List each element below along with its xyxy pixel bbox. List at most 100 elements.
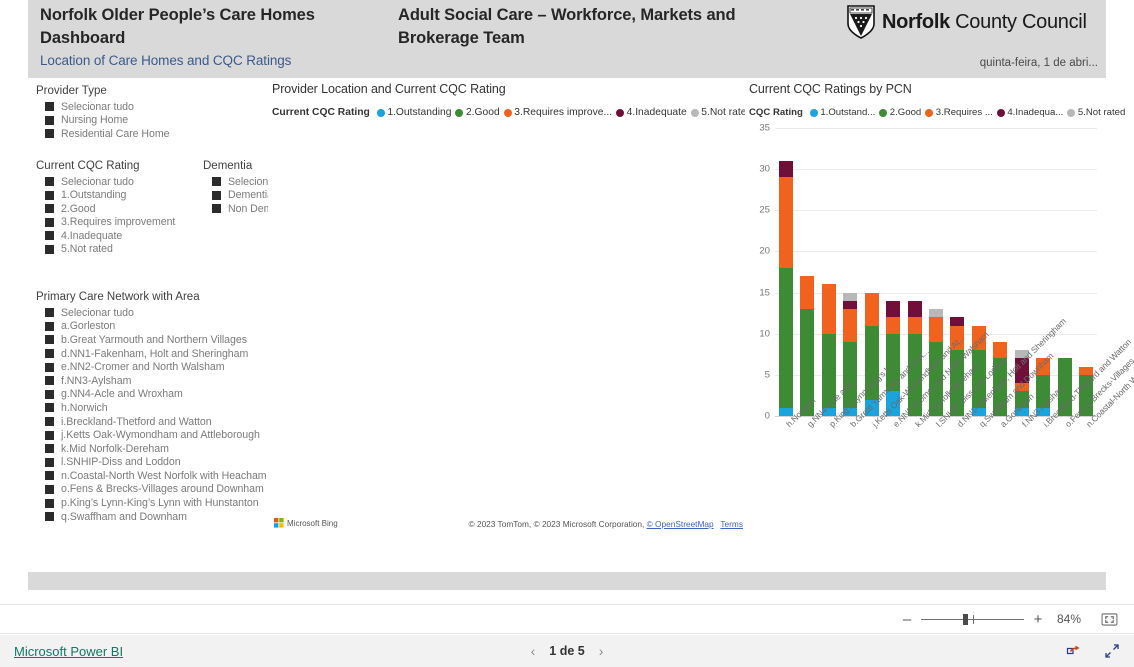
- slicer-item-cqc-not-rated[interactable]: 5.Not rated: [36, 242, 175, 255]
- zoom-slider-thumb[interactable]: [963, 614, 968, 625]
- bar-legend-item-2[interactable]: 3.Requires ...: [925, 107, 993, 118]
- terms-link[interactable]: Terms: [720, 519, 743, 529]
- slicer-item-provider-select-all[interactable]: Selecionar tudo: [36, 100, 169, 113]
- bar-column[interactable]: [839, 128, 860, 416]
- slicer-item-cqc-requires-improvement[interactable]: 3.Requires improvement: [36, 215, 175, 228]
- checkbox-icon[interactable]: [45, 190, 54, 200]
- openstreetmap-link[interactable]: © OpenStreetMap: [647, 519, 714, 529]
- bar-segment[interactable]: [800, 276, 815, 310]
- checkbox-icon[interactable]: [45, 129, 54, 139]
- checkbox-icon[interactable]: [45, 217, 54, 227]
- share-button[interactable]: [1066, 643, 1082, 659]
- bar-column[interactable]: [775, 128, 796, 416]
- next-page-button[interactable]: ›: [599, 644, 604, 658]
- checkbox-icon[interactable]: [45, 308, 54, 318]
- slicer-item-provider-nursing-home[interactable]: Nursing Home: [36, 113, 169, 126]
- slicer-item-pcn-11[interactable]: l.SNHIP-Diss and Loddon: [36, 456, 267, 470]
- checkbox-icon[interactable]: [45, 102, 54, 112]
- slicer-item-pcn-7[interactable]: h.Norwich: [36, 401, 267, 415]
- bar-segment[interactable]: [907, 300, 922, 318]
- bar-segment[interactable]: [843, 300, 858, 310]
- slicer-item-pcn-15[interactable]: q.Swaffham and Downham: [36, 510, 267, 524]
- checkbox-icon[interactable]: [45, 444, 54, 454]
- bar-stack[interactable]: [800, 276, 815, 416]
- bar-legend-item-1[interactable]: 2.Good: [879, 107, 921, 118]
- slicer-item-cqc-select-all[interactable]: Selecionar tudo: [36, 175, 175, 188]
- bar-legend-item-4[interactable]: 5.Not rated: [1067, 107, 1125, 118]
- map-legend-item-1[interactable]: 2.Good: [455, 107, 500, 118]
- slicer-item-pcn-14[interactable]: p.King’s Lynn-King’s Lynn with Hunstanto…: [36, 496, 267, 510]
- slicer-item-pcn-6[interactable]: g.NN4-Acle and Wroxham: [36, 388, 267, 402]
- slicer-item-cqc-inadequate[interactable]: 4.Inadequate: [36, 229, 175, 242]
- checkbox-icon[interactable]: [45, 417, 54, 426]
- slicer-item-pcn-9[interactable]: j.Ketts Oak-Wymondham and Attleborough: [36, 428, 267, 442]
- bar-column[interactable]: [1054, 128, 1075, 416]
- checkbox-icon[interactable]: [212, 177, 221, 187]
- zoom-slider[interactable]: [921, 611, 1024, 627]
- bar-segment[interactable]: [843, 292, 858, 301]
- map-legend-item-3[interactable]: 4.Inadequate: [616, 107, 687, 118]
- slicer-item-pcn-12[interactable]: n.Coastal-North West Norfolk with Heacha…: [36, 469, 267, 483]
- checkbox-icon[interactable]: [45, 376, 54, 386]
- checkbox-icon[interactable]: [212, 204, 221, 214]
- bar-segment[interactable]: [929, 309, 944, 318]
- bar-legend-item-3[interactable]: 4.Inadequa...: [996, 107, 1063, 118]
- checkbox-icon[interactable]: [45, 335, 54, 345]
- bar-column[interactable]: [818, 128, 839, 416]
- checkbox-icon[interactable]: [45, 231, 54, 241]
- bar-column[interactable]: [796, 128, 817, 416]
- map-plot-area[interactable]: [268, 124, 743, 524]
- slicer-item-pcn-5[interactable]: f.NN3-Aylsham: [36, 374, 267, 388]
- previous-page-button[interactable]: ‹: [531, 644, 536, 658]
- checkbox-icon[interactable]: [45, 362, 54, 372]
- bar-stack[interactable]: [778, 160, 793, 416]
- bar-segment[interactable]: [864, 292, 879, 326]
- slicer-item-cqc-outstanding[interactable]: 1.Outstanding: [36, 188, 175, 201]
- checkbox-icon[interactable]: [45, 403, 54, 413]
- checkbox-icon[interactable]: [45, 349, 54, 359]
- bar-segment[interactable]: [843, 309, 858, 342]
- fit-to-page-button[interactable]: [1098, 609, 1120, 629]
- bar-segment[interactable]: [821, 284, 836, 334]
- bar-segment[interactable]: [907, 317, 922, 334]
- checkbox-icon[interactable]: [45, 430, 54, 440]
- checkbox-icon[interactable]: [45, 457, 54, 467]
- slicer-item-pcn-0[interactable]: Selecionar tudo: [36, 306, 267, 320]
- slicer-item-cqc-good[interactable]: 2.Good: [36, 202, 175, 215]
- checkbox-icon[interactable]: [45, 498, 54, 508]
- bar-legend-item-0[interactable]: 1.Outstand...: [809, 107, 875, 118]
- bar-segment[interactable]: [886, 300, 901, 318]
- checkbox-icon[interactable]: [45, 389, 54, 399]
- map-legend-item-2[interactable]: 3.Requires improve...: [503, 107, 612, 118]
- slicer-item-pcn-4[interactable]: e.NN2-Cromer and North Walsham: [36, 360, 267, 374]
- bar-segment[interactable]: [778, 267, 793, 408]
- map-legend-item-0[interactable]: 1.Outstanding: [376, 107, 451, 118]
- checkbox-icon[interactable]: [45, 471, 54, 481]
- slicer-item-pcn-10[interactable]: k.Mid Norfolk-Dereham: [36, 442, 267, 456]
- slicer-item-pcn-2[interactable]: b.Great Yarmouth and Northern Villages: [36, 333, 267, 347]
- checkbox-icon[interactable]: [45, 115, 54, 125]
- bar-segment[interactable]: [929, 317, 944, 342]
- slicer-item-pcn-3[interactable]: d.NN1-Fakenham, Holt and Sheringham: [36, 347, 267, 361]
- bar-segment[interactable]: [950, 317, 965, 326]
- checkbox-icon[interactable]: [212, 190, 221, 200]
- map-visual[interactable]: Provider Location and Current CQC Rating…: [268, 80, 752, 548]
- checkbox-icon[interactable]: [45, 204, 54, 214]
- checkbox-icon[interactable]: [45, 177, 54, 187]
- checkbox-icon[interactable]: [45, 244, 54, 254]
- slicer-item-provider-residential-care-home[interactable]: Residential Care Home: [36, 127, 170, 140]
- fullscreen-button[interactable]: [1104, 643, 1120, 659]
- slicer-item-pcn-13[interactable]: o.Fens & Brecks-Villages around Downham: [36, 483, 267, 497]
- checkbox-icon[interactable]: [45, 512, 54, 522]
- bar-segment[interactable]: [778, 177, 793, 268]
- zoom-in-button[interactable]: +: [1030, 612, 1046, 627]
- zoom-out-button[interactable]: –: [899, 612, 915, 627]
- checkbox-icon[interactable]: [45, 484, 54, 494]
- bar-segment[interactable]: [778, 160, 793, 178]
- checkbox-icon[interactable]: [45, 321, 54, 331]
- slicer-item-pcn-1[interactable]: a.Gorleston: [36, 320, 267, 334]
- slicer-item-pcn-8[interactable]: i.Breckland-Thetford and Watton: [36, 415, 267, 429]
- bar-segment[interactable]: [886, 317, 901, 334]
- bar-chart-visual[interactable]: Current CQC Ratings by PCN CQC Rating 1.…: [745, 80, 1134, 548]
- map-legend-item-4[interactable]: 5.Not rated: [690, 107, 752, 118]
